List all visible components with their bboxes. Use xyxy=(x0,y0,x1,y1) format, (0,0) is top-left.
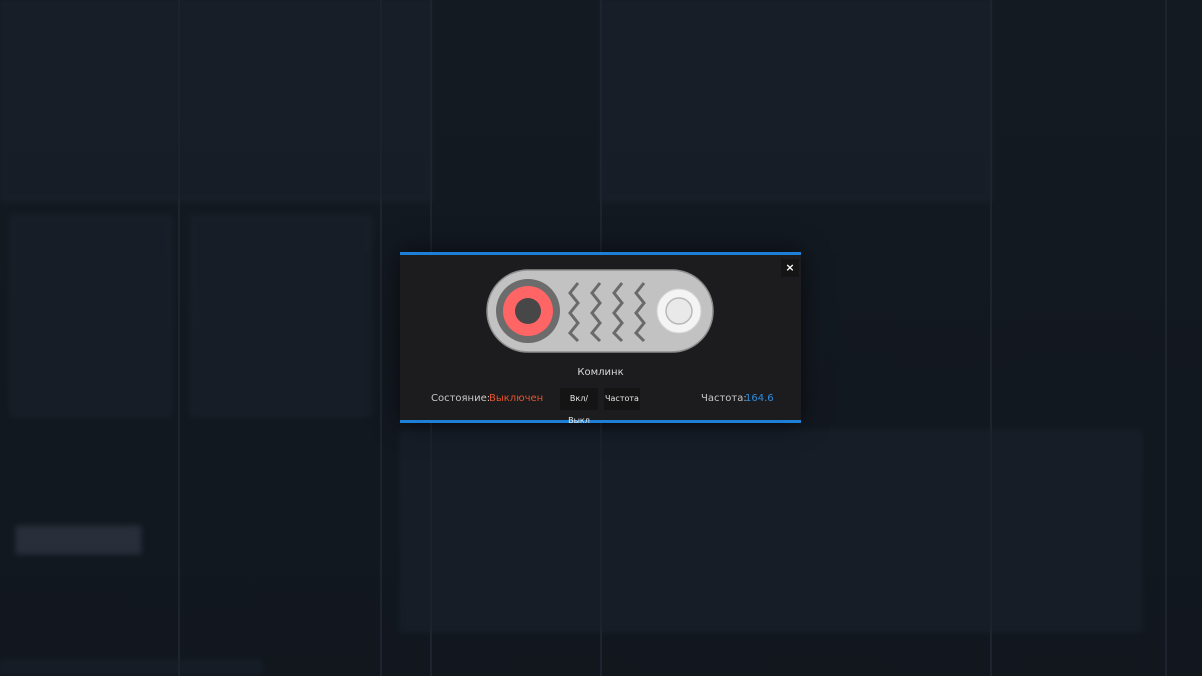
frequency-button[interactable]: Частота xyxy=(604,388,640,410)
power-toggle-button[interactable]: Вкл/Выкл xyxy=(560,388,598,425)
comlink-dialog: × Комлинк Состояние: Выключен Вкл/Выкл Ч… xyxy=(400,252,801,425)
frequency-value: 164.6 xyxy=(745,393,774,404)
status-value: Выключен xyxy=(489,393,544,404)
frequency-label: Частота: xyxy=(701,393,747,404)
status-label: Состояние: xyxy=(431,393,491,404)
close-button[interactable]: × xyxy=(781,259,799,277)
dialog-title: Комлинк xyxy=(577,367,624,378)
comlink-radio-icon xyxy=(486,269,714,353)
